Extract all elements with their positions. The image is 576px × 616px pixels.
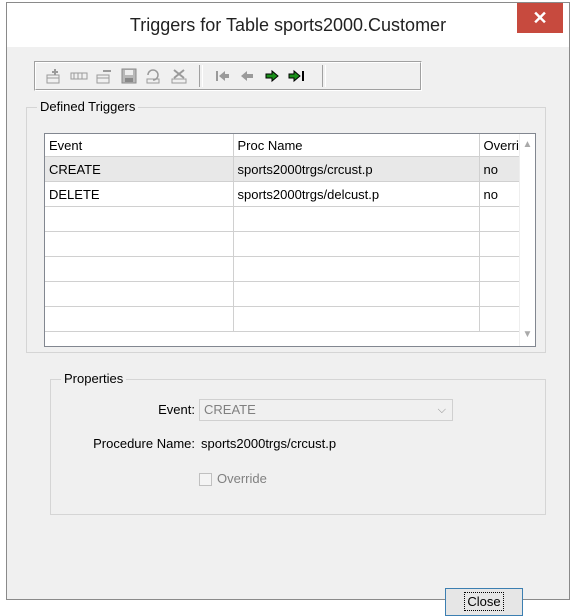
override-label: Override [217, 471, 267, 486]
delete-trigger-icon[interactable] [170, 67, 188, 85]
table-cell [479, 306, 524, 332]
scroll-up-icon[interactable]: ▲ [520, 136, 535, 154]
defined-triggers-label: Defined Triggers [37, 99, 139, 114]
table-cell [479, 231, 524, 257]
table-cell [233, 256, 480, 282]
table-cell: no [479, 156, 524, 182]
table-cell [479, 281, 524, 307]
table-row[interactable] [45, 281, 524, 307]
table-cell: sports2000trgs/delcust.p [233, 181, 480, 207]
previous-record-icon[interactable] [238, 67, 256, 85]
first-record-icon[interactable] [213, 67, 231, 85]
close-button-label: Close [464, 592, 504, 611]
properties-label: Properties [61, 371, 127, 386]
toolbar [34, 61, 422, 91]
event-label: Event: [158, 402, 195, 417]
table-row[interactable] [45, 256, 524, 282]
undo-icon[interactable] [145, 67, 163, 85]
table-row[interactable] [45, 231, 524, 257]
table-cell [233, 231, 480, 257]
title-bar: Triggers for Table sports2000.Customer ✕ [7, 3, 569, 47]
override-checkbox[interactable] [199, 473, 212, 486]
dialog-client-area: Defined Triggers Event Proc Name Overri … [7, 47, 569, 616]
column-header-override[interactable]: Overri [479, 134, 524, 157]
table-cell [45, 206, 234, 232]
table-cell [233, 281, 480, 307]
close-button[interactable]: Close [445, 588, 523, 616]
scroll-down-icon[interactable]: ▼ [520, 326, 535, 344]
vertical-scrollbar[interactable]: ▲ ▼ [519, 134, 535, 346]
window-title: Triggers for Table sports2000.Customer [129, 15, 447, 35]
table-cell [233, 206, 480, 232]
table-cell: sports2000trgs/crcust.p [233, 156, 480, 182]
triggers-dialog: Triggers for Table sports2000.Customer ✕ [6, 2, 570, 616]
table-cell [233, 306, 480, 332]
last-record-icon[interactable] [288, 67, 306, 85]
add-trigger-icon[interactable] [45, 67, 63, 85]
table-cell: no [479, 181, 524, 207]
close-window-button[interactable]: ✕ [517, 3, 563, 33]
table-cell [45, 281, 234, 307]
table-cell: DELETE [45, 181, 234, 207]
copy-trigger-icon[interactable] [70, 67, 88, 85]
toolbar-separator [199, 65, 203, 87]
column-header-proc-name[interactable]: Proc Name [233, 134, 480, 157]
table-row[interactable] [45, 206, 524, 232]
chevron-down-icon[interactable]: ⌵ [438, 400, 446, 420]
table-cell [479, 206, 524, 232]
table-cell [45, 256, 234, 282]
table-cell [45, 306, 234, 332]
table-cell [45, 231, 234, 257]
triggers-table[interactable]: Event Proc Name Overri CREATE sports2000… [44, 133, 536, 347]
procedure-name-label: Procedure Name: [93, 436, 195, 451]
toolbar-separator [322, 65, 326, 87]
table-row[interactable] [45, 306, 524, 332]
table-cell: CREATE [45, 156, 234, 182]
procedure-name-value: sports2000trgs/crcust.p [201, 436, 337, 451]
event-select[interactable]: CREATE ⌵ [199, 399, 453, 421]
table-cell [479, 256, 524, 282]
table-row[interactable]: DELETE sports2000trgs/delcust.p no [45, 181, 524, 207]
column-header-event[interactable]: Event [45, 134, 234, 157]
save-trigger-icon[interactable] [120, 67, 138, 85]
table-row[interactable]: CREATE sports2000trgs/crcust.p no [45, 156, 524, 182]
rename-trigger-icon[interactable] [95, 67, 113, 85]
event-value: CREATE [204, 402, 256, 417]
next-record-icon[interactable] [263, 67, 281, 85]
